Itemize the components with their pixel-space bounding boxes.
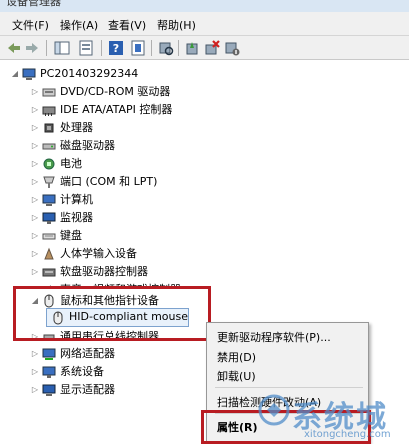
- system-device-icon: [42, 366, 56, 378]
- tree-item-ports[interactable]: ▷ 端口 (COM 和 LPT): [30, 173, 330, 191]
- tree-item-ide[interactable]: ▷ IDE ATA/ATAPI 控制器: [30, 101, 330, 119]
- network-adapter-icon: [42, 348, 56, 360]
- tree-item-hid[interactable]: ▷ 人体学输入设备: [30, 245, 330, 263]
- disk-drive-icon: [42, 143, 56, 150]
- ide-controller-icon: [42, 106, 56, 116]
- scan-hardware-icon[interactable]: [158, 40, 174, 56]
- computer-icon: [42, 194, 56, 206]
- port-icon: [43, 176, 55, 188]
- update-driver-icon[interactable]: [184, 40, 200, 56]
- menu-file[interactable]: 文件(F): [12, 17, 49, 33]
- expand-arrow-icon[interactable]: ▷: [30, 227, 40, 245]
- expand-arrow-icon[interactable]: ▷: [30, 263, 40, 281]
- tree-item-battery[interactable]: ▷ 电池: [30, 155, 330, 173]
- menu-item-disable[interactable]: 禁用(D): [217, 349, 256, 365]
- menu-help[interactable]: 帮助(H): [157, 17, 196, 33]
- svg-text:?: ?: [113, 42, 119, 55]
- expand-arrow-icon[interactable]: ▷: [30, 363, 40, 381]
- processor-icon: [44, 123, 54, 133]
- menu-item-update-driver[interactable]: 更新驱动程序软件(P)...: [217, 329, 331, 345]
- back-arrow-icon[interactable]: [6, 40, 22, 56]
- display-adapter-icon: [42, 384, 56, 396]
- battery-icon: [43, 158, 55, 170]
- expand-arrow-icon[interactable]: ▷: [30, 381, 40, 399]
- monitor-icon: [42, 212, 56, 224]
- menu-separator: [215, 387, 363, 388]
- tree-root[interactable]: ◢ PC201403292344: [10, 65, 310, 83]
- expand-arrow-icon[interactable]: ▷: [30, 209, 40, 227]
- expand-arrow-icon[interactable]: ▷: [30, 83, 40, 101]
- tree-item-dvd[interactable]: ▷ DVD/CD-ROM 驱动器: [30, 83, 330, 101]
- tree-root-label: PC201403292344: [40, 67, 139, 80]
- computer-icon: [22, 68, 36, 80]
- title-bar: 设备管理器: [0, 0, 409, 12]
- window-title: 设备管理器: [6, 0, 61, 8]
- menu-item-uninstall[interactable]: 卸载(U): [217, 368, 256, 384]
- expand-arrow-icon[interactable]: ▷: [30, 119, 40, 137]
- expand-arrow-icon[interactable]: ▷: [30, 245, 40, 263]
- tree-item-computer[interactable]: ▷ 计算机: [30, 191, 330, 209]
- menu-action[interactable]: 操作(A): [60, 17, 98, 33]
- human-interface-icon: [44, 247, 54, 260]
- collapse-arrow-icon[interactable]: ◢: [10, 65, 20, 83]
- help-icon[interactable]: ?: [108, 40, 124, 56]
- watermark-en: xitongcheng.com: [304, 429, 391, 440]
- expand-arrow-icon[interactable]: ▷: [30, 191, 40, 209]
- menu-view[interactable]: 查看(V): [108, 17, 146, 33]
- uninstall-icon[interactable]: [204, 40, 220, 56]
- toolbar: ?: [0, 36, 409, 60]
- watermark: 系统城 xitongcheng.com: [252, 392, 402, 442]
- highlight-box-mouse: [13, 286, 211, 341]
- expand-arrow-icon[interactable]: ▷: [30, 345, 40, 363]
- expand-arrow-icon[interactable]: ▷: [30, 155, 40, 173]
- keyboard-icon: [42, 233, 56, 240]
- tree-item-disk[interactable]: ▷ 磁盘驱动器: [30, 137, 330, 155]
- disable-device-icon[interactable]: [224, 40, 240, 56]
- tree-item-processor[interactable]: ▷ 处理器: [30, 119, 330, 137]
- floppy-controller-icon: [42, 268, 56, 277]
- menu-bar: 文件(F) 操作(A) 查看(V) 帮助(H): [0, 12, 409, 36]
- dvd-drive-icon: [42, 88, 56, 97]
- device-view-icon[interactable]: [130, 40, 146, 56]
- expand-arrow-icon[interactable]: ▷: [30, 137, 40, 155]
- tree-item-monitor[interactable]: ▷ 监视器: [30, 209, 330, 227]
- tree-item-floppy[interactable]: ▷ 软盘驱动器控制器: [30, 263, 330, 281]
- site-logo-icon: [258, 394, 290, 426]
- expand-arrow-icon[interactable]: ▷: [30, 101, 40, 119]
- properties-sheet-icon[interactable]: [78, 40, 94, 56]
- forward-arrow-icon[interactable]: [24, 40, 40, 56]
- show-hide-console-icon[interactable]: [54, 40, 70, 56]
- tree-item-keyboard[interactable]: ▷ 键盘: [30, 227, 330, 245]
- expand-arrow-icon[interactable]: ▷: [30, 173, 40, 191]
